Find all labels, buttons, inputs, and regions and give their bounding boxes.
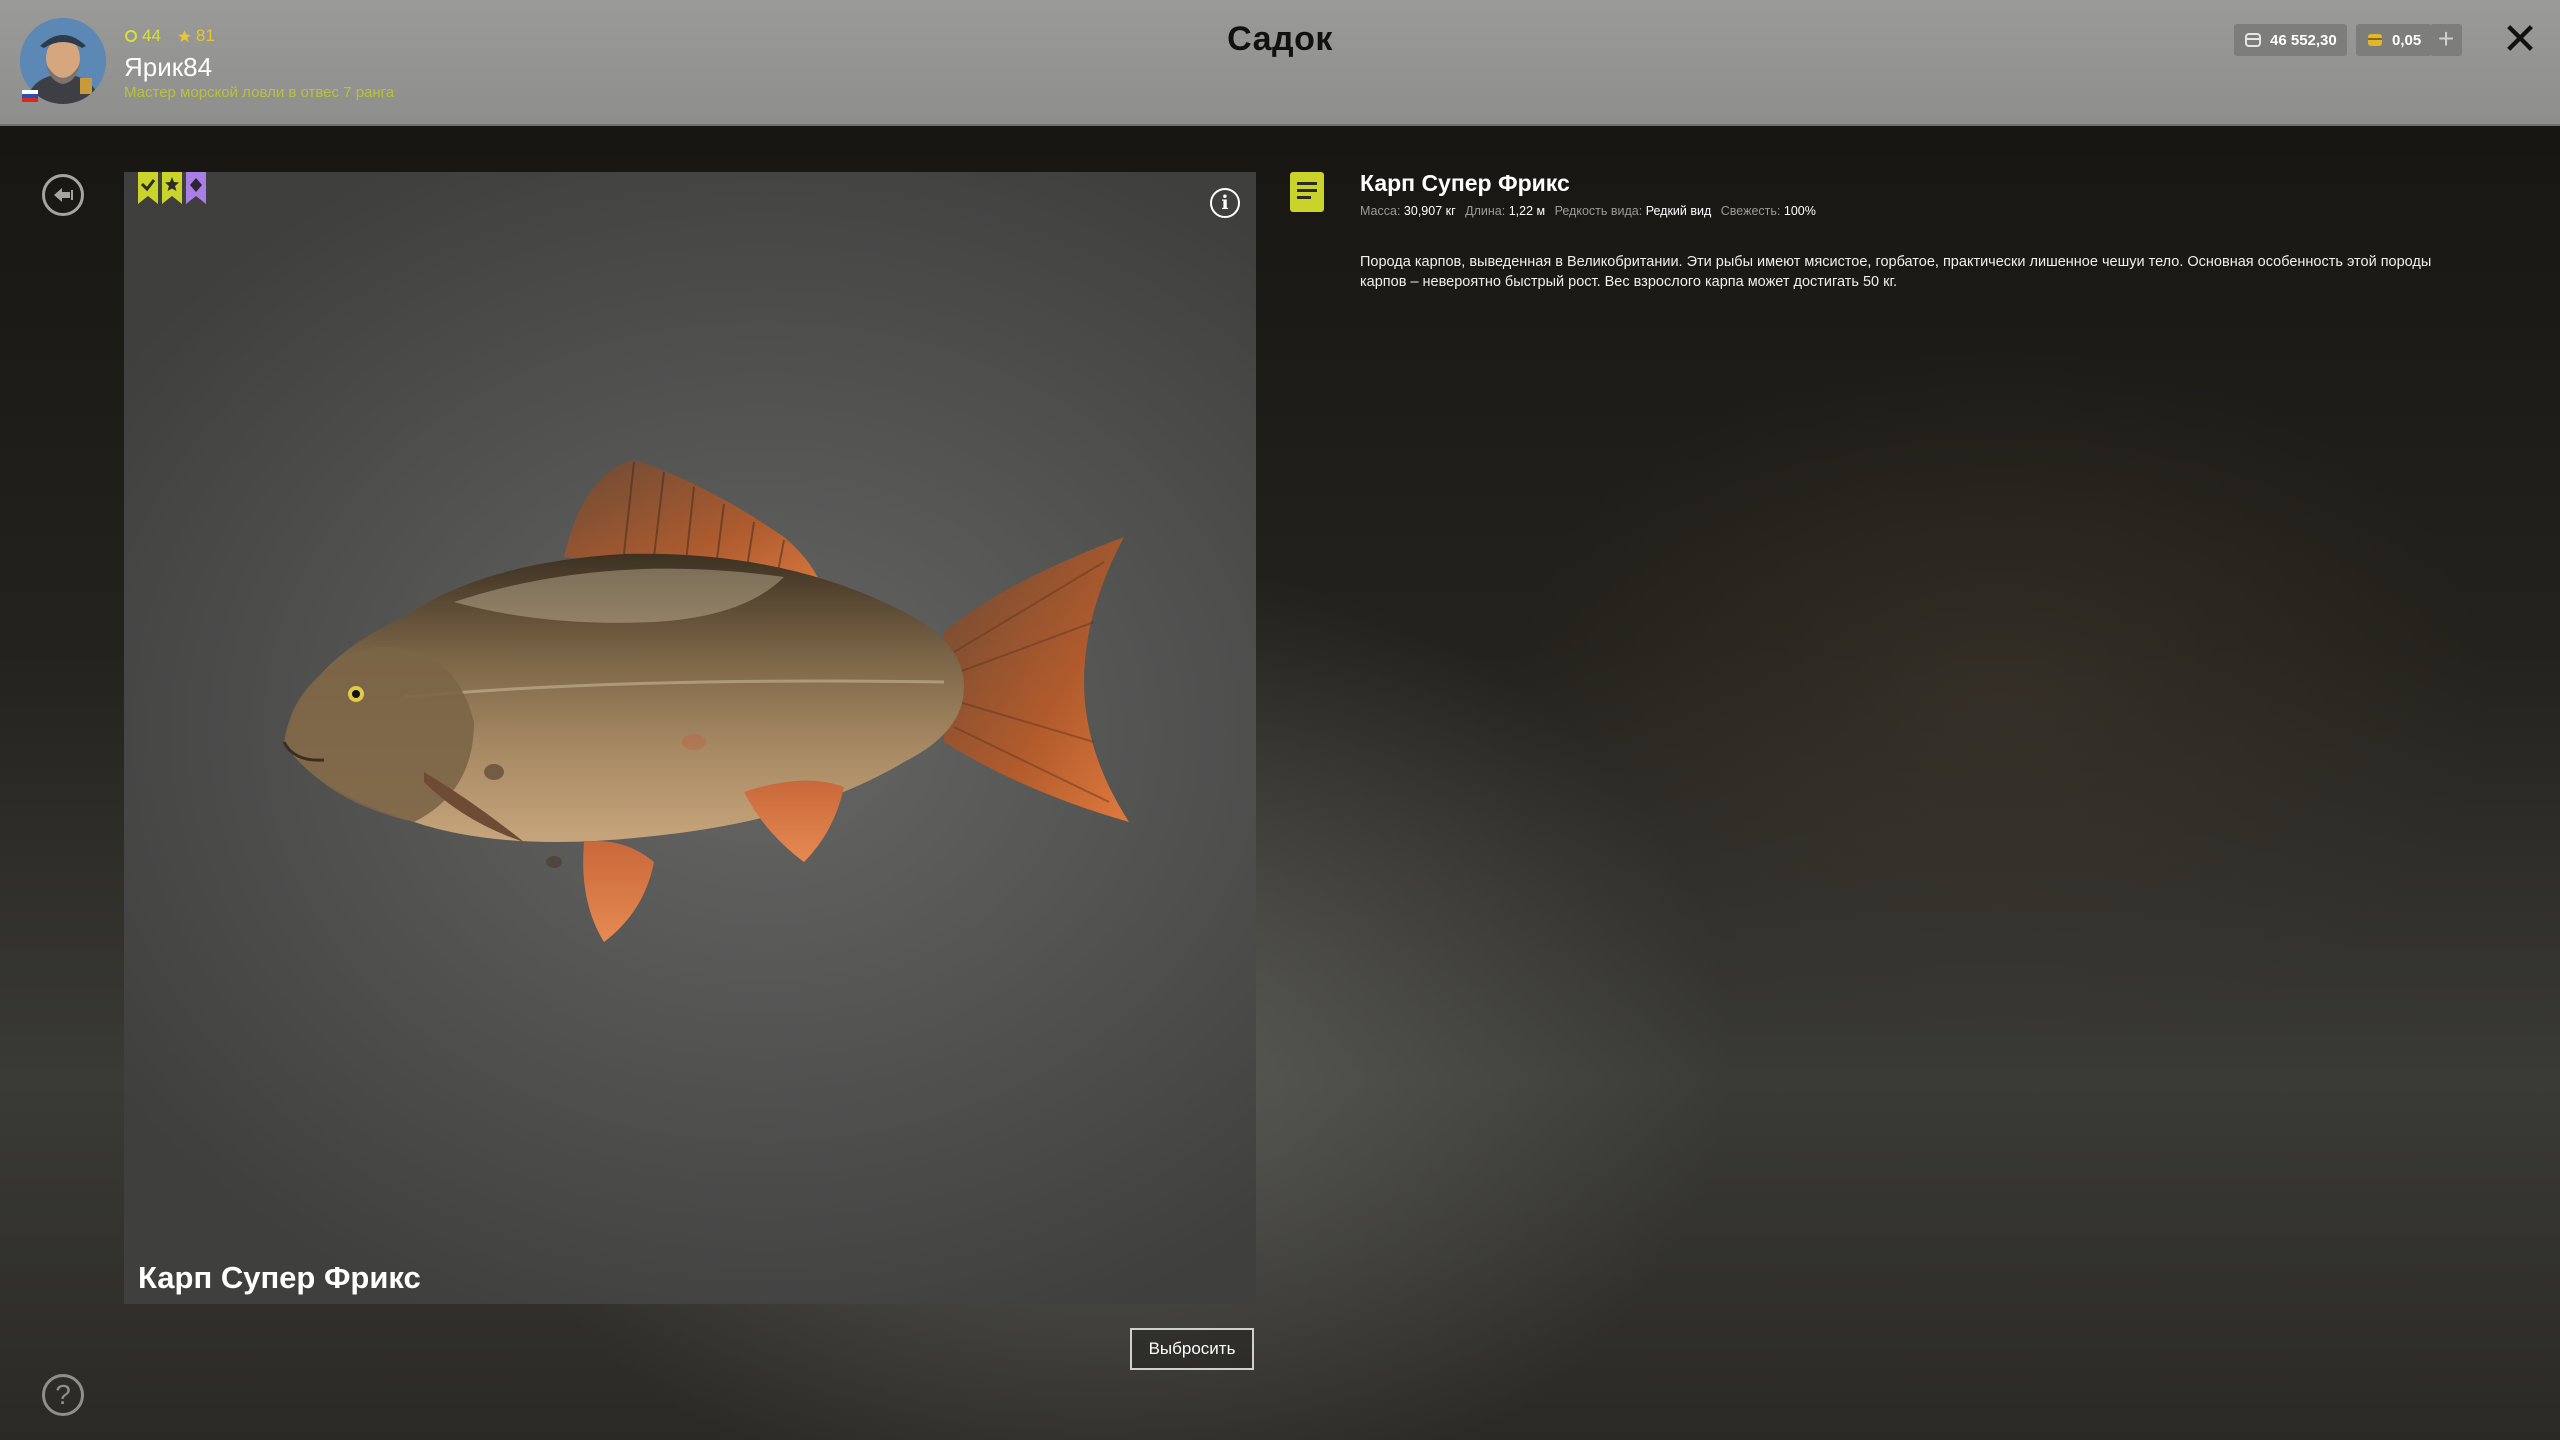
fish-properties: Масса: 30,907 кг Длина: 1,22 м Редкость … xyxy=(1360,204,1822,218)
document-icon xyxy=(1290,172,1324,212)
close-button[interactable]: ✕ xyxy=(2500,18,2540,62)
gold-coins-icon xyxy=(2368,34,2382,46)
help-button[interactable]: ? xyxy=(42,1374,84,1416)
russia-flag-icon xyxy=(22,90,38,102)
length-value: 1,22 м xyxy=(1508,204,1546,218)
checkmark-badge-icon xyxy=(138,172,158,204)
length-label: Длина: xyxy=(1465,204,1506,218)
back-button[interactable] xyxy=(42,174,84,216)
silver-coins-icon xyxy=(2245,33,2261,47)
player-rank: Мастер морской ловли в отвес 7 ранга xyxy=(124,84,395,101)
silver-balance: 46 552,30 xyxy=(2234,24,2347,56)
page-title: Садок xyxy=(1227,20,1333,58)
mass-label: Масса: xyxy=(1360,204,1401,218)
freshness-label: Свежесть: xyxy=(1720,204,1781,218)
silver-amount: 46 552,30 xyxy=(2270,31,2337,49)
back-arrow-icon xyxy=(54,188,73,202)
add-currency-button[interactable]: + xyxy=(2430,24,2462,56)
fish-preview-panel: i Карп Супер Фрикс xyxy=(124,172,1256,1304)
star-badge-icon xyxy=(162,172,182,204)
top-bar: 44 81 Ярик84 Мастер морской ловли в отве… xyxy=(0,0,2560,126)
fish-name: Карп Супер Фрикс xyxy=(138,1260,421,1295)
gold-amount: 0,05 xyxy=(2392,31,2422,49)
achievement-badges xyxy=(138,172,206,204)
info-button[interactable]: i xyxy=(1210,188,1240,218)
gold-balance: 0,05 xyxy=(2356,24,2432,56)
freshness-value: 100% xyxy=(1783,204,1816,218)
fish-description: Порода карпов, выведенная в Великобритан… xyxy=(1360,254,2432,290)
diamond-badge-icon xyxy=(186,172,206,204)
rarity-value: Редкий вид xyxy=(1645,204,1712,218)
mass-value: 30,907 кг xyxy=(1403,204,1456,218)
discard-button[interactable]: Выбросить xyxy=(1130,1328,1254,1370)
fish-image xyxy=(282,460,1129,942)
detail-title: Карп Супер Фрикс xyxy=(1360,170,1570,196)
rarity-label: Редкость вида: xyxy=(1554,204,1643,218)
